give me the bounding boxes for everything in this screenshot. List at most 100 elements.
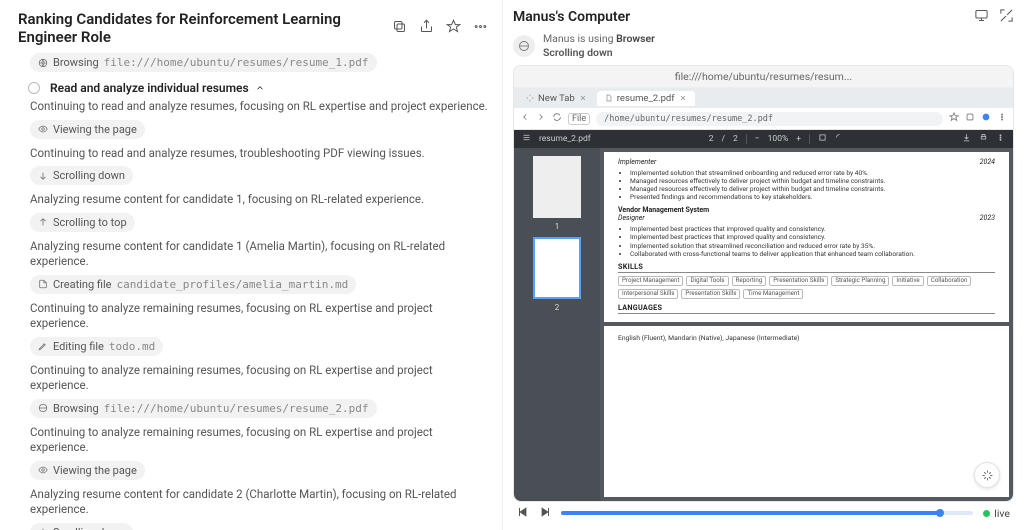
- arrow-down-icon: [38, 171, 48, 181]
- chip-path: file:///home/ubuntu/resumes/resume_1.pdf: [104, 56, 369, 69]
- activity-desc: Continuing to read and analyze resumes, …: [30, 99, 488, 115]
- sidebar-toggle-icon[interactable]: [522, 133, 531, 145]
- skill-tag: Reporting: [732, 276, 767, 286]
- pdf-page-bottom: English (Fluent), Mandarin (Native), Jap…: [604, 326, 1009, 497]
- activity-pane: Ranking Candidates for Reinforcement Lea…: [0, 0, 502, 530]
- activity-desc: Analyzing resume content for candidate 2…: [30, 487, 488, 518]
- skill-tag: Collaboration: [927, 276, 972, 286]
- browser-tab-strip: New Tab resume_2.pdf: [514, 88, 1013, 108]
- pdf-thumbnails: 1 2: [514, 148, 600, 501]
- viewer-frame: file:///home/ubuntu/resumes/resum... New…: [513, 65, 1014, 502]
- chip-label: Browsing: [53, 56, 99, 69]
- tab-resume[interactable]: resume_2.pdf: [597, 91, 695, 106]
- header-actions: [392, 19, 488, 37]
- activity-header: Ranking Candidates for Reinforcement Lea…: [18, 10, 488, 46]
- activity-desc: Continuing to analyze remaining resumes,…: [30, 425, 488, 456]
- playback-knob[interactable]: [936, 509, 944, 517]
- extension-icon[interactable]: [965, 112, 975, 125]
- pdf-zoom: 100%: [768, 134, 789, 144]
- sparkle-icon: [981, 469, 994, 482]
- step-read-analyze[interactable]: Read and analyze individual resumes: [30, 81, 488, 95]
- pdf-page-tot: 2: [733, 134, 738, 144]
- pdf-page-top: Implementer2024 Implemented solution tha…: [604, 152, 1009, 322]
- sparkle-icon: [526, 94, 534, 102]
- monitor-icon[interactable]: [974, 8, 989, 26]
- star-icon[interactable]: [446, 19, 461, 37]
- pdf-page-area[interactable]: Implementer2024 Implemented solution tha…: [600, 148, 1013, 501]
- status-line-1: Manus is using Browser: [543, 32, 655, 45]
- chip-label: Scrolling to top: [53, 216, 127, 229]
- profile-icon[interactable]: [981, 112, 991, 125]
- eye-icon: [38, 465, 48, 475]
- chip-editing-file[interactable]: Editing file todo.md: [30, 337, 163, 356]
- chip-label: Editing file: [53, 340, 104, 353]
- collapse-icon[interactable]: [999, 8, 1014, 26]
- back-icon[interactable]: [520, 112, 530, 125]
- playback-track[interactable]: [561, 511, 973, 515]
- activity-desc: Analyzing resume content for candidate 1…: [30, 192, 488, 208]
- more-icon[interactable]: [996, 133, 1005, 145]
- status-line-2: Scrolling down: [543, 46, 655, 59]
- chip-browsing-1[interactable]: Browsing file:///home/ubuntu/resumes/res…: [30, 53, 377, 72]
- thumb-label: 1: [555, 222, 560, 231]
- arrow-up-icon: [38, 217, 48, 227]
- pdf-thumb-2[interactable]: [533, 237, 581, 299]
- floating-action-button[interactable]: [974, 462, 1000, 488]
- live-label: live: [994, 507, 1010, 520]
- skill-tag: Interpersonal Skills: [618, 289, 678, 299]
- step-radio: [28, 82, 40, 94]
- next-icon[interactable]: [539, 506, 551, 521]
- more-icon[interactable]: [473, 19, 488, 37]
- thumb-label: 2: [555, 303, 560, 312]
- pencil-icon: [38, 341, 48, 351]
- download-icon[interactable]: [962, 133, 971, 145]
- skill-tag: Strategic Planning: [831, 276, 889, 286]
- chip-creating-file[interactable]: Creating file candidate_profiles/amelia_…: [30, 275, 356, 294]
- share-icon[interactable]: [419, 19, 434, 37]
- skill-tag: Time Management: [743, 289, 803, 299]
- chip-scroll-top[interactable]: Scrolling to top: [30, 213, 135, 232]
- computer-header: Manus's Computer: [513, 8, 1014, 26]
- file-plus-icon: [38, 279, 48, 289]
- menu-icon[interactable]: [997, 112, 1007, 125]
- chip-path: todo.md: [109, 340, 155, 353]
- chip-scroll-down-1[interactable]: Scrolling down: [30, 166, 133, 185]
- activity-desc: Continuing to read and analyze resumes, …: [30, 146, 488, 162]
- copy-icon[interactable]: [392, 19, 407, 37]
- pdf-thumb-1[interactable]: [533, 156, 581, 218]
- pdf-filename: resume_2.pdf: [539, 134, 591, 144]
- url-display: file:///home/ubuntu/resumes/resum...: [514, 66, 1013, 88]
- chip-path: file:///home/ubuntu/resumes/resume_2.pdf: [104, 402, 369, 415]
- chip-viewing-2[interactable]: Viewing the page: [30, 461, 145, 480]
- prev-icon[interactable]: [517, 506, 529, 521]
- reload-icon[interactable]: [552, 112, 562, 125]
- tab-new[interactable]: New Tab: [518, 91, 595, 106]
- close-icon[interactable]: [579, 94, 587, 102]
- zoom-in-icon[interactable]: +: [796, 134, 801, 144]
- chip-browsing-2[interactable]: Browsing file:///home/ubuntu/resumes/res…: [30, 399, 377, 418]
- rotate-icon[interactable]: [835, 133, 844, 145]
- tab-label: resume_2.pdf: [617, 93, 675, 104]
- chip-viewing-1[interactable]: Viewing the page: [30, 120, 145, 139]
- tab-label: New Tab: [538, 93, 575, 104]
- star-icon[interactable]: [949, 112, 959, 125]
- chip-scroll-down-2[interactable]: Scrolling down: [30, 523, 133, 530]
- computer-title: Manus's Computer: [513, 9, 630, 25]
- file-icon: [605, 94, 613, 102]
- zoom-out-icon[interactable]: −: [755, 134, 760, 144]
- close-icon[interactable]: [679, 94, 687, 102]
- browser-nav: File /home/ubuntu/resumes/resume_2.pdf: [514, 108, 1013, 130]
- chip-path: candidate_profiles/amelia_martin.md: [116, 278, 348, 291]
- step-label: Read and analyze individual resumes: [50, 81, 249, 95]
- skill-tag: Presentation Skills: [681, 289, 740, 299]
- tool-avatar: [513, 35, 535, 57]
- skill-tag: Digital Tools: [686, 276, 728, 286]
- playback-bar: live: [513, 502, 1014, 524]
- fit-icon[interactable]: [818, 133, 827, 145]
- print-icon[interactable]: [979, 133, 988, 145]
- chip-label: Viewing the page: [53, 123, 137, 136]
- address-bar[interactable]: /home/ubuntu/resumes/resume_2.pdf: [596, 112, 943, 126]
- forward-icon[interactable]: [536, 112, 546, 125]
- chip-label: Browsing: [53, 402, 99, 415]
- browser-icon: [518, 40, 530, 52]
